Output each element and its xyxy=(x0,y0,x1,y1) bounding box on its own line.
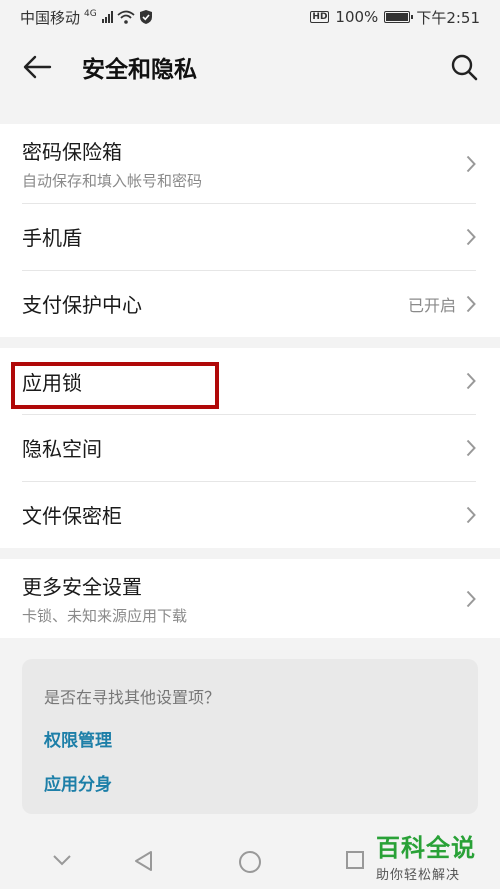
status-value: 已开启 xyxy=(407,295,456,315)
app-twin-link[interactable]: 应用分身 xyxy=(44,770,112,795)
hd-badge: HD xyxy=(310,11,330,23)
back-arrow-icon[interactable] xyxy=(22,55,52,79)
item-title: 更多安全设置 xyxy=(22,575,142,599)
file-safe-item[interactable]: 文件保密柜 xyxy=(0,481,500,548)
item-title: 支付保护中心 xyxy=(22,293,142,317)
battery-level xyxy=(386,13,409,21)
chevron-right-icon xyxy=(466,155,476,172)
permission-management-link[interactable]: 权限管理 xyxy=(44,726,112,751)
item-title: 手机盾 xyxy=(22,226,82,250)
back-triangle-icon[interactable] xyxy=(133,850,153,872)
security-group-2: 应用锁 隐私空间 文件保密柜 xyxy=(0,348,500,548)
chevron-right-icon xyxy=(466,372,476,390)
item-title: 文件保密柜 xyxy=(22,504,122,528)
chevron-right-icon xyxy=(466,439,476,456)
item-subtitle: 卡锁、未知来源应用下载 xyxy=(22,607,188,625)
more-security-settings-item[interactable]: 更多安全设置 卡锁、未知来源应用下载 xyxy=(0,559,500,638)
watermark-main: 百科全说 xyxy=(376,834,476,862)
watermark: 百科全说 助你轻松解决 xyxy=(376,828,486,883)
status-bar: 中国移动 4G HD 100% 下午2:51 xyxy=(0,0,500,34)
item-title: 应用锁 xyxy=(22,370,82,395)
app-lock-item[interactable]: 应用锁 xyxy=(0,348,500,414)
phone-shield-item[interactable]: 手机盾 xyxy=(0,203,500,270)
watermark-sub: 助你轻松解决 xyxy=(376,868,461,883)
suggestions-question: 是否在寻找其他设置项？ xyxy=(44,688,221,707)
signal-icon xyxy=(101,11,113,23)
password-vault-item[interactable]: 密码保险箱 自动保存和填入帐号和密码 xyxy=(0,124,500,203)
status-left: 中国移动 4G xyxy=(20,7,153,28)
chevron-right-icon xyxy=(466,295,476,312)
shield-icon xyxy=(139,10,152,24)
status-time: 下午2:51 xyxy=(416,8,480,27)
status-right: HD 100% 下午2:51 xyxy=(310,7,480,28)
carrier-label: 中国移动 xyxy=(20,8,81,27)
network-type: 4G xyxy=(84,8,97,19)
page-title: 安全和隐私 xyxy=(82,57,197,83)
suggestions-card: 是否在寻找其他设置项？ 权限管理 应用分身 xyxy=(22,659,478,814)
battery-icon xyxy=(384,11,414,23)
home-circle-icon[interactable] xyxy=(238,850,262,874)
search-icon[interactable] xyxy=(450,53,478,81)
item-subtitle: 自动保存和填入帐号和密码 xyxy=(22,172,203,190)
item-title: 隐私空间 xyxy=(22,437,102,461)
payment-protection-item[interactable]: 支付保护中心 已开启 xyxy=(0,270,500,337)
item-title: 密码保险箱 xyxy=(22,140,122,164)
recent-apps-icon[interactable] xyxy=(345,850,365,870)
chevron-right-icon xyxy=(466,228,476,245)
chevron-down-icon[interactable] xyxy=(52,854,72,866)
wifi-icon xyxy=(117,10,135,24)
title-bar: 安全和隐私 xyxy=(0,34,500,100)
private-space-item[interactable]: 隐私空间 xyxy=(0,414,500,481)
security-group-3: 更多安全设置 卡锁、未知来源应用下载 xyxy=(0,559,500,638)
chevron-right-icon xyxy=(466,590,476,607)
security-group-1: 密码保险箱 自动保存和填入帐号和密码 手机盾 支付保护中心 已开启 xyxy=(0,124,500,337)
battery-percent: 100% xyxy=(335,8,379,26)
chevron-right-icon xyxy=(466,506,476,523)
